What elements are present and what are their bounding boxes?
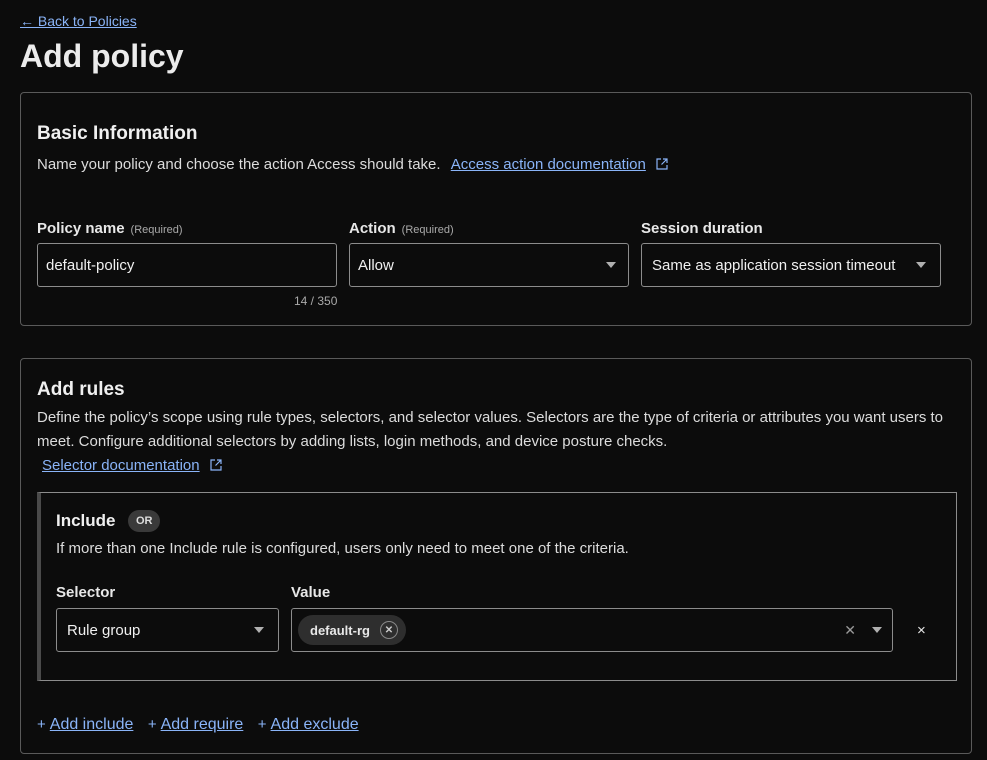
chevron-down-icon — [606, 262, 616, 268]
chevron-down-icon — [254, 627, 264, 633]
policy-name-label-text: Policy name — [37, 220, 125, 237]
access-action-doc-link[interactable]: Access action documentation — [451, 156, 646, 173]
close-icon[interactable]: ✕ — [844, 622, 856, 639]
action-select[interactable]: Allow — [349, 243, 629, 287]
value-multiselect[interactable]: default-rg ✕ ✕ — [291, 608, 893, 652]
selector-doc-row: Selector documentation — [42, 454, 222, 478]
chevron-down-icon — [916, 262, 926, 268]
selector-doc-link[interactable]: Selector documentation — [42, 457, 200, 474]
plus-icon: + — [37, 716, 46, 733]
include-title: Include — [56, 511, 116, 530]
action-label: Action (Required) — [349, 220, 454, 237]
chevron-down-icon[interactable] — [872, 627, 882, 633]
add-rules-card: Add rules Define the policy’s scope usin… — [20, 358, 972, 754]
basic-information-title: Basic Information — [37, 123, 198, 144]
action-label-text: Action — [349, 220, 396, 237]
add-require-link[interactable]: Add require — [161, 716, 244, 733]
add-rules-title: Add rules — [37, 379, 125, 400]
basic-information-text: Name your policy and choose the action A… — [37, 156, 441, 173]
session-duration-value: Same as application session timeout — [652, 256, 896, 274]
remove-rule-button[interactable]: × — [917, 622, 926, 639]
action-select-value: Allow — [358, 256, 394, 274]
policy-name-required: (Required) — [130, 224, 183, 236]
include-rule-group: Include OR If more than one Include rule… — [37, 492, 957, 681]
selector-select-value: Rule group — [67, 621, 141, 639]
basic-information-description: Name your policy and choose the action A… — [37, 153, 668, 177]
value-chip-container: default-rg ✕ — [298, 615, 844, 645]
selector-select[interactable]: Rule group — [56, 608, 279, 652]
back-to-policies-link[interactable]: ← Back to Policies — [20, 13, 137, 29]
close-icon[interactable]: ✕ — [379, 621, 398, 639]
external-link-icon — [210, 459, 222, 471]
policy-name-input[interactable] — [37, 243, 337, 287]
value-label: Value — [291, 584, 331, 601]
include-header: Include OR — [56, 510, 161, 532]
add-rule-actions: + Add include + Add require + Add exclude — [37, 716, 369, 734]
external-link-icon — [656, 158, 668, 170]
plus-icon: + — [257, 716, 267, 733]
add-exclude-link[interactable]: Add exclude — [271, 716, 359, 733]
value-chip: default-rg ✕ — [298, 615, 406, 645]
selector-label: Selector — [56, 584, 116, 601]
plus-icon: + — [147, 716, 157, 733]
basic-information-card: Basic Information Name your policy and c… — [20, 92, 972, 326]
action-required: (Required) — [401, 224, 454, 236]
add-rules-description: Define the policy’s scope using rule typ… — [37, 409, 944, 450]
session-duration-label: Session duration — [641, 220, 763, 237]
page-title: Add policy — [20, 38, 184, 74]
or-badge: OR — [127, 510, 161, 532]
value-chip-label: default-rg — [310, 622, 370, 638]
add-include-link[interactable]: Add include — [50, 716, 134, 733]
session-duration-select[interactable]: Same as application session timeout — [641, 243, 941, 287]
policy-name-counter: 14 / 350 — [294, 294, 338, 308]
include-description: If more than one Include rule is configu… — [56, 540, 629, 557]
policy-name-label: Policy name (Required) — [37, 220, 183, 237]
